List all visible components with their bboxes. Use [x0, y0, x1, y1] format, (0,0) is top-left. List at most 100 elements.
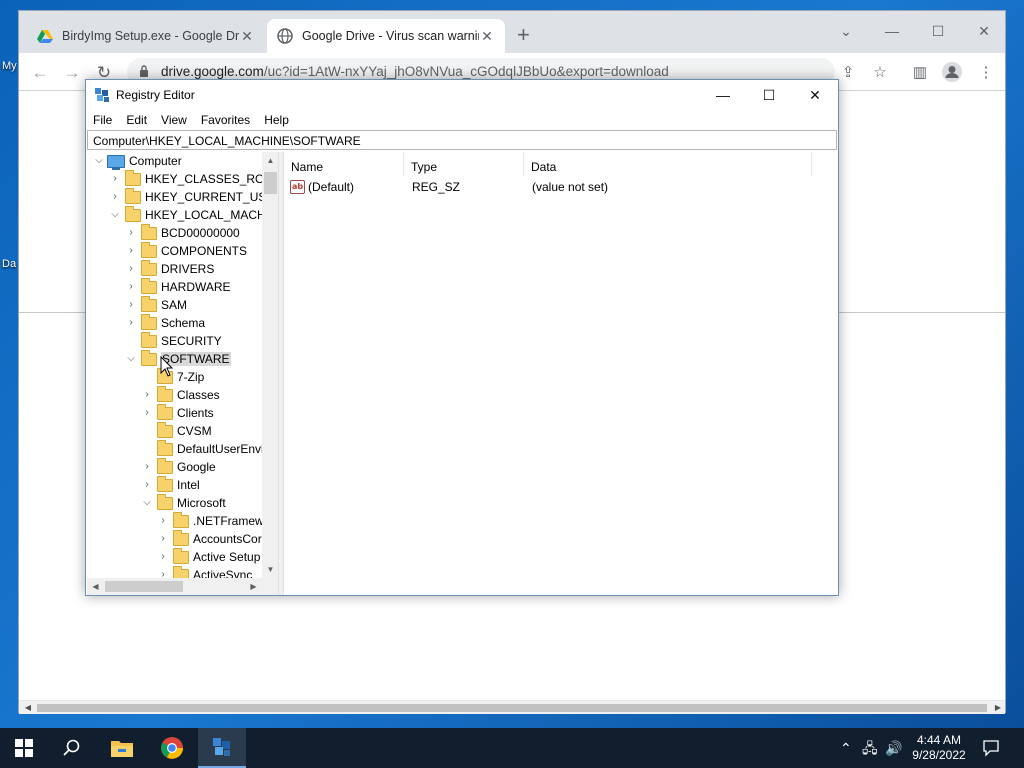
collapse-chevron-icon[interactable]: ⌵: [109, 206, 121, 224]
tree-node-netframework[interactable]: › .NETFramew: [157, 511, 264, 530]
expand-chevron-icon[interactable]: ›: [109, 188, 121, 206]
expand-chevron-icon[interactable]: ›: [141, 476, 153, 494]
menu-file[interactable]: File: [86, 110, 119, 130]
start-button[interactable]: [0, 728, 48, 768]
column-header-type[interactable]: Type: [404, 152, 524, 176]
close-button[interactable]: ✕: [961, 17, 1007, 45]
search-button[interactable]: [48, 728, 96, 768]
bookmark-star-icon[interactable]: ☆: [869, 62, 891, 84]
expand-chevron-icon[interactable]: ›: [125, 224, 137, 242]
folder-icon: [125, 169, 141, 186]
tree-node-schema[interactable]: › Schema: [125, 313, 206, 332]
tree-node-hkcr[interactable]: › HKEY_CLASSES_ROOT: [109, 169, 278, 188]
back-arrow-icon[interactable]: ←: [29, 62, 51, 84]
expand-chevron-icon[interactable]: ›: [125, 314, 137, 332]
tree-node-activesetup[interactable]: › Active Setup: [157, 547, 260, 566]
system-clock[interactable]: 4:44 AM 9/28/2022: [904, 733, 974, 763]
collapse-chevron-icon[interactable]: ⌵: [141, 494, 153, 512]
tree-node-accountscontrol[interactable]: › AccountsCor: [157, 529, 262, 548]
tree-label: Schema: [161, 316, 206, 330]
column-header-name[interactable]: Name: [284, 152, 404, 176]
expand-chevron-icon[interactable]: ›: [141, 386, 153, 404]
side-panel-icon[interactable]: ▥: [909, 62, 931, 84]
tree-node-drivers[interactable]: › DRIVERS: [125, 259, 214, 278]
forward-arrow-icon[interactable]: →: [61, 62, 83, 84]
tree-node-bcd[interactable]: › BCD00000000: [125, 223, 240, 242]
expand-chevron-icon[interactable]: ›: [157, 548, 169, 566]
tab-birdyimg[interactable]: BirdyImg Setup.exe - Google Dri ✕: [27, 19, 265, 53]
scroll-right-icon[interactable]: ▶: [245, 578, 262, 595]
notifications-icon[interactable]: [982, 728, 1002, 768]
menu-view[interactable]: View: [154, 110, 194, 130]
table-row[interactable]: ab (Default) REG_SZ (value not set): [284, 178, 839, 196]
regedit-menubar: File Edit View Favorites Help: [86, 110, 838, 130]
tree-node-hklm[interactable]: ⌵ HKEY_LOCAL_MACHI: [109, 205, 269, 224]
scrollbar-thumb[interactable]: [264, 172, 277, 194]
expand-chevron-icon[interactable]: ›: [125, 296, 137, 314]
regedit-maximize-button[interactable]: ☐: [746, 80, 792, 110]
collapse-chevron-icon[interactable]: ⌵: [125, 350, 137, 368]
desktop-icon-label-1[interactable]: My: [2, 60, 17, 72]
taskbar: ⌃ 🖧 🔊 4:44 AM 9/28/2022: [0, 728, 1024, 768]
tab-close-icon[interactable]: ✕: [479, 28, 495, 45]
tree-node-sam[interactable]: › SAM: [125, 295, 187, 314]
new-tab-button[interactable]: +: [517, 24, 530, 46]
kebab-menu-icon[interactable]: ⋮: [975, 62, 997, 84]
column-header-data[interactable]: Data: [524, 152, 812, 176]
regedit-taskbar-button[interactable]: [198, 728, 246, 768]
collapse-chevron-icon[interactable]: ⌵: [93, 152, 105, 170]
chrome-taskbar-button[interactable]: [148, 728, 196, 768]
scroll-down-icon[interactable]: ▼: [262, 561, 278, 578]
tree-node-classes[interactable]: › Classes: [141, 385, 220, 404]
folder-icon: [141, 313, 157, 330]
tree-node-computer[interactable]: ⌵ Computer: [93, 152, 182, 170]
expand-chevron-icon[interactable]: ›: [125, 260, 137, 278]
expand-chevron-icon[interactable]: ›: [109, 170, 121, 188]
expand-chevron-icon[interactable]: ›: [125, 242, 137, 260]
scroll-up-icon[interactable]: ▲: [262, 152, 278, 169]
share-icon[interactable]: ⇪: [837, 62, 859, 84]
file-explorer-button[interactable]: [98, 728, 146, 768]
tree-node-microsoft[interactable]: ⌵ Microsoft: [141, 493, 226, 512]
regedit-titlebar[interactable]: Registry Editor — ☐ ✕: [86, 80, 838, 110]
tab-virus-scan-warning[interactable]: Google Drive - Virus scan warnin ✕: [267, 19, 505, 53]
desktop-icon-label-2[interactable]: Da: [2, 258, 16, 270]
tree-node-security[interactable]: SECURITY: [125, 331, 222, 350]
menu-help[interactable]: Help: [257, 110, 296, 130]
expand-chevron-icon[interactable]: ›: [141, 404, 153, 422]
show-hidden-icons-chevron-icon[interactable]: ⌃: [840, 728, 852, 768]
tab-search-chevron-icon[interactable]: ⌄: [823, 17, 869, 45]
tree-node-hkcu[interactable]: › HKEY_CURRENT_USER: [109, 187, 278, 206]
tree-node-google[interactable]: › Google: [141, 457, 216, 476]
page-horizontal-scrollbar[interactable]: ◀ ▶: [19, 700, 1005, 714]
network-icon[interactable]: 🖧: [862, 728, 878, 768]
expand-chevron-icon[interactable]: ›: [157, 530, 169, 548]
tree-node-components[interactable]: › COMPONENTS: [125, 241, 247, 260]
volume-icon[interactable]: 🔊: [885, 728, 902, 768]
tree-node-clients[interactable]: › Clients: [141, 403, 214, 422]
regedit-close-button[interactable]: ✕: [792, 80, 838, 110]
tree-node-software[interactable]: ⌵ SOFTWARE: [125, 349, 231, 368]
tab-close-icon[interactable]: ✕: [239, 28, 255, 45]
tree-horizontal-scrollbar[interactable]: ◀ ▶: [87, 578, 278, 595]
tree-vertical-scrollbar[interactable]: ▲ ▼: [262, 152, 278, 578]
menu-favorites[interactable]: Favorites: [194, 110, 257, 130]
regedit-minimize-button[interactable]: —: [700, 80, 746, 110]
tree-node-defaultuserenvi[interactable]: DefaultUserEnvi: [141, 439, 264, 458]
expand-chevron-icon[interactable]: ›: [141, 458, 153, 476]
scrollbar-thumb[interactable]: [37, 704, 987, 712]
tree-node-intel[interactable]: › Intel: [141, 475, 200, 494]
scrollbar-thumb[interactable]: [105, 581, 183, 592]
profile-avatar-icon[interactable]: [941, 62, 963, 84]
tree-node-cvsm[interactable]: CVSM: [141, 421, 212, 440]
regedit-address-bar[interactable]: Computer\HKEY_LOCAL_MACHINE\SOFTWARE: [87, 130, 837, 150]
menu-edit[interactable]: Edit: [119, 110, 154, 130]
minimize-button[interactable]: —: [869, 17, 915, 45]
tree-node-hardware[interactable]: › HARDWARE: [125, 277, 231, 296]
scroll-left-icon[interactable]: ◀: [21, 701, 35, 715]
expand-chevron-icon[interactable]: ›: [125, 278, 137, 296]
scroll-right-icon[interactable]: ▶: [991, 701, 1005, 715]
maximize-button[interactable]: ☐: [915, 17, 961, 45]
expand-chevron-icon[interactable]: ›: [157, 512, 169, 530]
scroll-left-icon[interactable]: ◀: [87, 578, 104, 595]
